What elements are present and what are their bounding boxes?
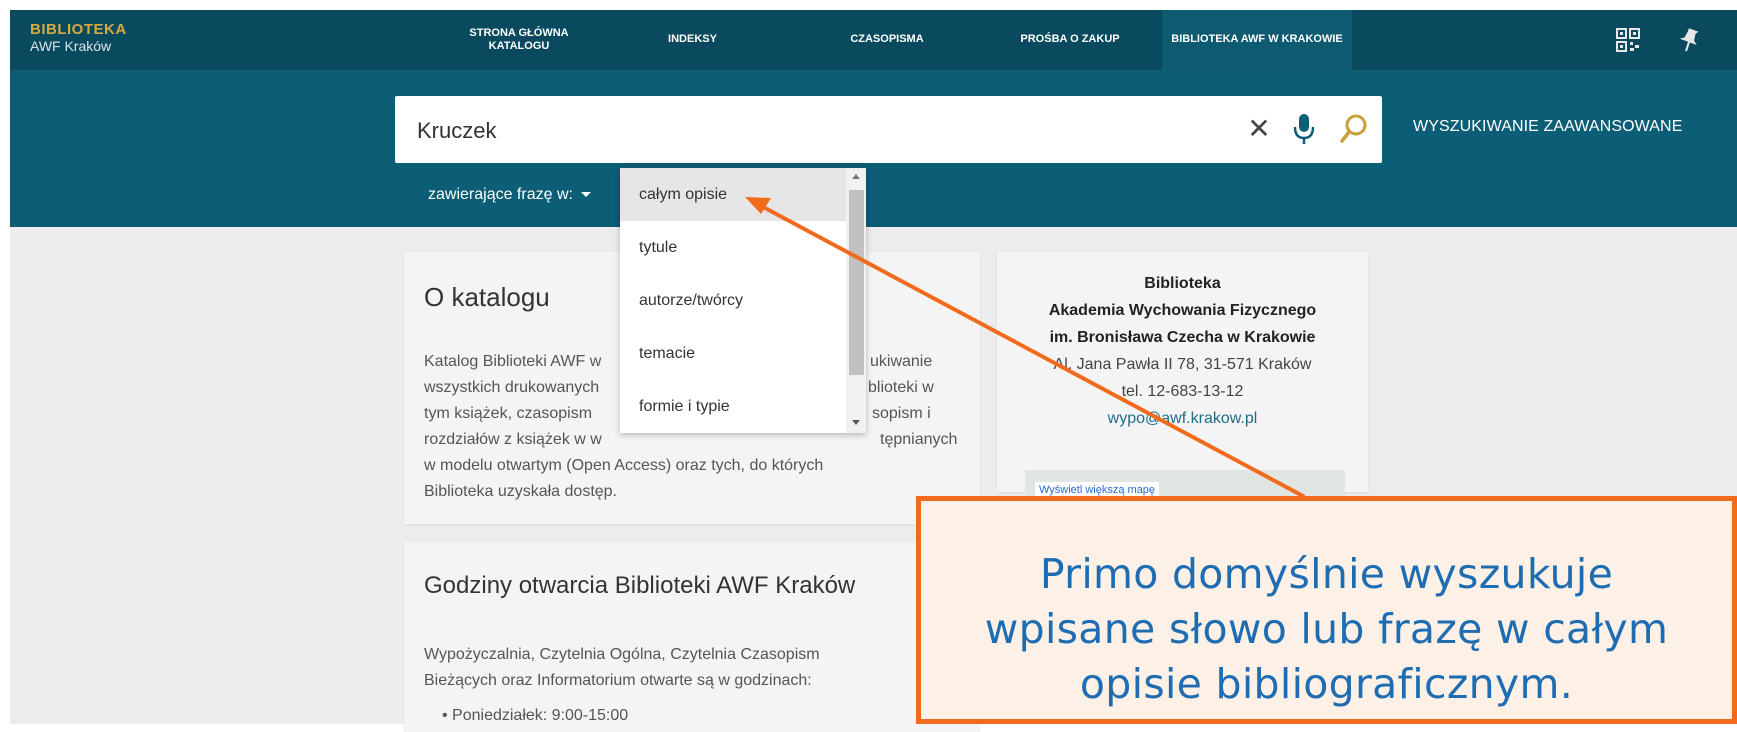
hours-line: Wypożyczalnia, Czytelnia Ogólna, Czyteln… <box>424 646 820 663</box>
about-text-right: ukiwanie blioteki w sopism i tępnianych <box>868 349 958 453</box>
nav-library-awf[interactable]: BIBLIOTEKA AWF W KRAKOWIE <box>1162 10 1352 70</box>
dropdown-scrollbar[interactable] <box>846 168 866 433</box>
hours-item-text: Poniedziałek: 9:00-15:00 <box>452 707 629 724</box>
search-query-text: Kruczek <box>417 118 497 143</box>
hours-title: Godziny otwarcia Biblioteki AWF Kraków <box>424 572 856 599</box>
about-line: blioteki w <box>868 379 934 396</box>
nav-journals[interactable]: CZASOPISMA <box>822 10 952 70</box>
search-input[interactable]: Kruczek ✕ <box>395 96 1382 163</box>
library-name-line3: im. Bronisława Czecha w Krakowie <box>1049 329 1316 346</box>
annotation-callout: Primo domyślnie wyszukuje wpisane słowo … <box>916 496 1737 724</box>
scope-dropdown[interactable]: całym opisie tytule autorze/twórcy temac… <box>620 168 866 433</box>
logo-title: BIBLIOTEKA <box>30 21 127 38</box>
scope-option-title[interactable]: tytule <box>620 221 846 274</box>
callout-text: Primo domyślnie wyszukuje wpisane słowo … <box>921 547 1732 712</box>
qr-code-icon[interactable] <box>1615 26 1641 54</box>
pin-icon[interactable] <box>1676 26 1702 54</box>
library-address: Al. Jana Pawła II 78, 31-571 Kraków <box>1053 356 1312 373</box>
clear-icon[interactable]: ✕ <box>1244 112 1274 146</box>
library-logo[interactable]: BIBLIOTEKA AWF Kraków <box>30 22 127 53</box>
scroll-up-icon[interactable] <box>852 174 860 179</box>
about-line: ukiwanie <box>870 353 933 370</box>
search-scope-selector[interactable]: zawierające frazę w: <box>428 186 591 204</box>
microphone-icon[interactable] <box>1290 110 1318 148</box>
about-line: sopism i <box>872 405 931 422</box>
scope-label-text: zawierające frazę w: <box>428 186 573 203</box>
callout-line: opisie bibliograficznym. <box>1079 660 1574 708</box>
opening-hours-card: Godziny otwarcia Biblioteki AWF Kraków W… <box>404 542 980 732</box>
about-line: Biblioteka uzyskała dostęp. <box>424 483 617 500</box>
hours-item: • Poniedziałek: 9:00-15:00 <box>442 707 629 724</box>
library-info-card: Biblioteka Akademia Wychowania Fizyczneg… <box>997 252 1368 510</box>
hours-text: Wypożyczalnia, Czytelnia Ogólna, Czyteln… <box>424 642 820 694</box>
nav-home[interactable]: STRONA GŁÓWNA KATALOGU <box>445 10 593 70</box>
library-name-line1: Biblioteka <box>1144 275 1221 292</box>
library-email-link[interactable]: wypo@awf.krakow.pl <box>1108 410 1258 427</box>
advanced-search-link[interactable]: WYSZUKIWANIE ZAAWANSOWANE <box>1413 118 1682 136</box>
scope-option-subject[interactable]: temacie <box>620 327 846 380</box>
scroll-thumb[interactable] <box>849 190 864 375</box>
callout-line: Primo domyślnie wyszukuje <box>1039 550 1614 598</box>
about-line: w modelu otwartym (Open Access) oraz tyc… <box>424 457 824 474</box>
callout-line: wpisane słowo lub frazę w całym <box>984 605 1669 653</box>
about-line: tępnianych <box>880 431 958 448</box>
scroll-down-icon[interactable] <box>852 420 860 425</box>
library-address-block: Biblioteka Akademia Wychowania Fizyczneg… <box>997 270 1368 432</box>
library-name-line2: Akademia Wychowania Fizycznego <box>1048 302 1317 319</box>
nav-purchase-request[interactable]: PROŚBA O ZAKUP <box>995 10 1145 70</box>
hours-line: Bieżących oraz Informatorium otwarte są … <box>424 672 812 689</box>
scope-option-author[interactable]: autorze/twórcy <box>620 274 846 327</box>
about-title: O katalogu <box>424 282 550 312</box>
nav-indexes[interactable]: INDEKSY <box>640 10 745 70</box>
scope-option-full-description[interactable]: całym opisie <box>620 168 846 221</box>
scope-option-form-type[interactable]: formie i typie <box>620 380 846 433</box>
library-phone: tel. 12-683-13-12 <box>1121 383 1244 400</box>
search-icon[interactable] <box>1338 110 1370 148</box>
logo-subtitle: AWF Kraków <box>30 38 112 54</box>
caret-down-icon <box>580 192 591 198</box>
top-navbar: BIBLIOTEKA AWF Kraków STRONA GŁÓWNA KATA… <box>10 10 1737 70</box>
